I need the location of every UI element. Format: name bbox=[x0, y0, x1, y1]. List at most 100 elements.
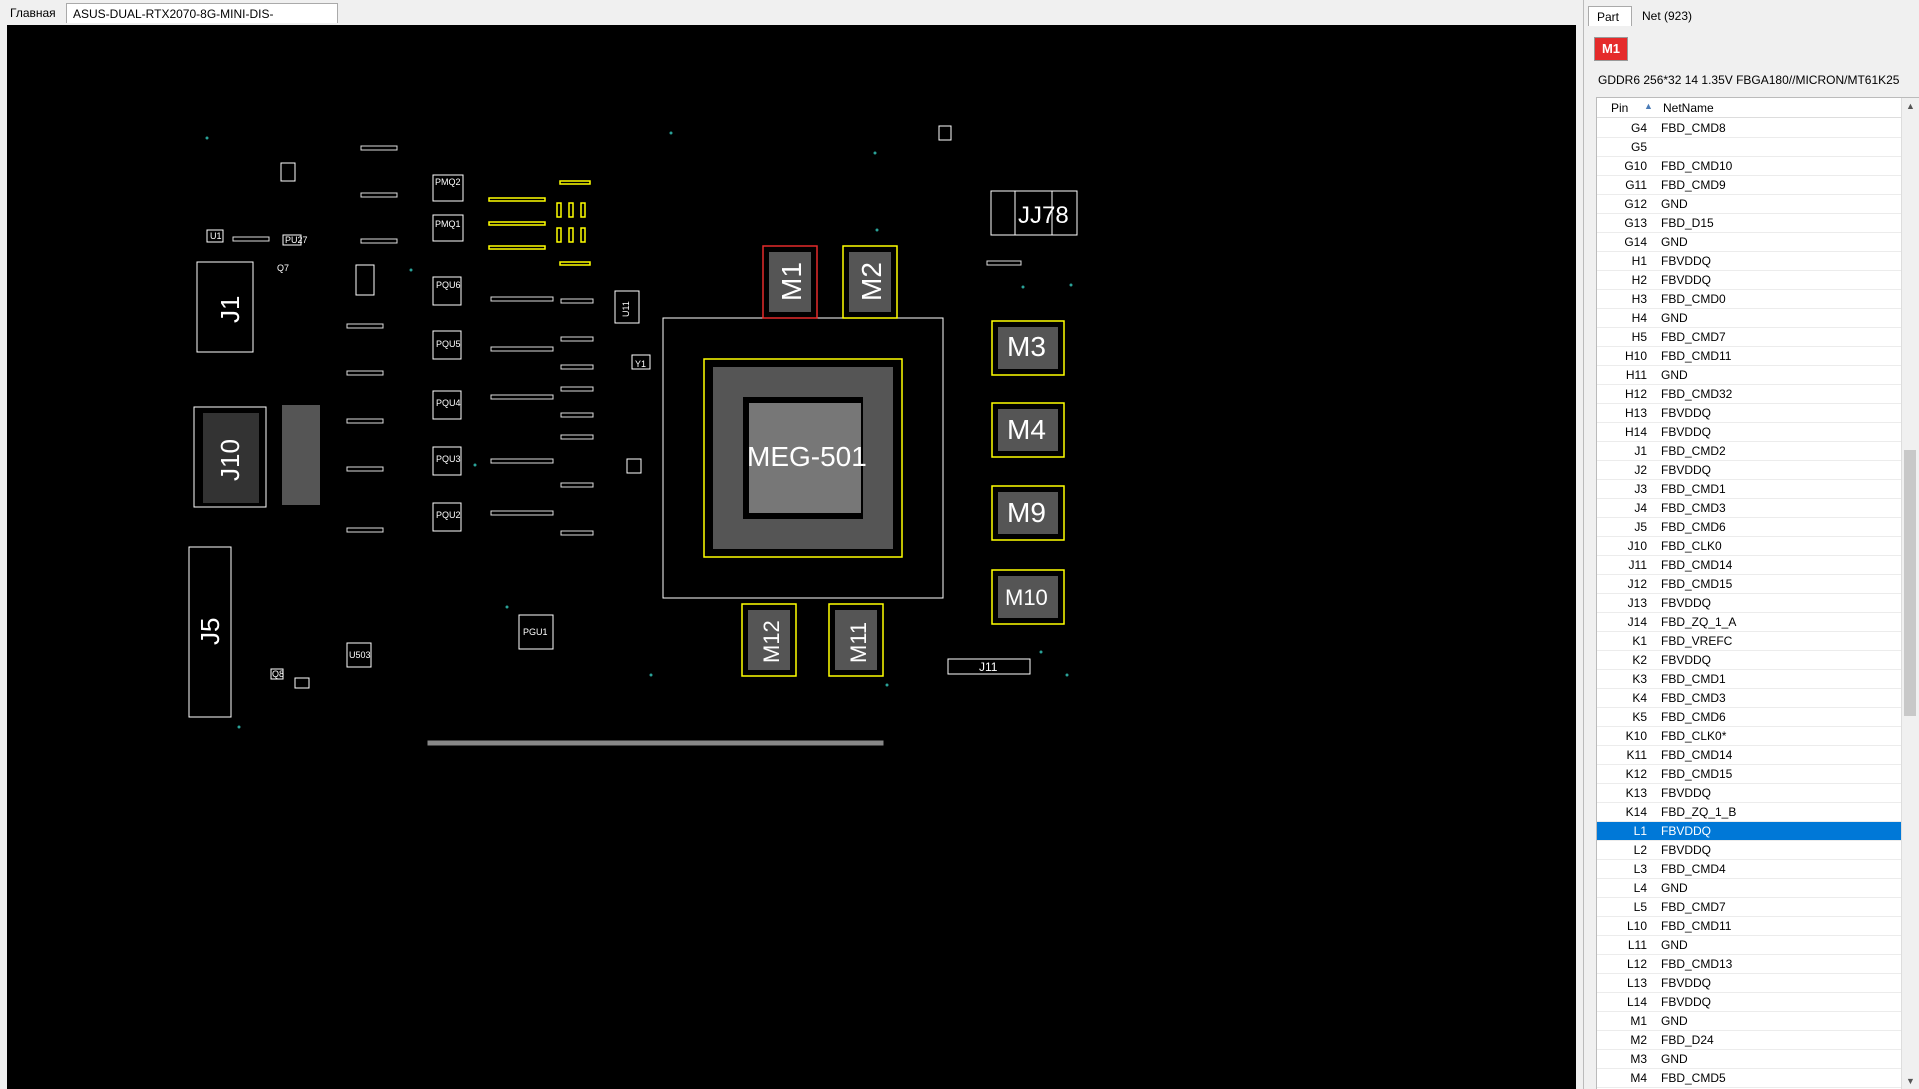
netname-cell: FBD_D15 bbox=[1661, 216, 1714, 230]
table-row[interactable]: L11 GND bbox=[1597, 936, 1901, 955]
table-row[interactable]: M1 GND bbox=[1597, 1012, 1901, 1031]
table-row[interactable]: L12 FBD_CMD13 bbox=[1597, 955, 1901, 974]
netname-cell: FBD_CMD1 bbox=[1661, 672, 1726, 686]
table-row[interactable]: L5 FBD_CMD7 bbox=[1597, 898, 1901, 917]
pin-cell: H11 bbox=[1625, 368, 1647, 382]
table-row[interactable]: H1 FBVDDQ bbox=[1597, 252, 1901, 271]
table-row[interactable]: G13 FBD_D15 bbox=[1597, 214, 1901, 233]
tab-boardview[interactable]: ASUS-DUAL-RTX2070-8G-MINI-DIS-BoardView bbox=[66, 3, 338, 41]
pin-cell: L12 bbox=[1626, 957, 1647, 971]
table-row[interactable]: K3 FBD_CMD1 bbox=[1597, 670, 1901, 689]
pin-cell: H2 bbox=[1631, 273, 1647, 287]
table-row[interactable]: L4 GND bbox=[1597, 879, 1901, 898]
pin-cell: G5 bbox=[1630, 140, 1647, 154]
table-row[interactable]: K5 FBD_CMD6 bbox=[1597, 708, 1901, 727]
column-header-pin[interactable]: Pin bbox=[1611, 101, 1628, 115]
label-pmq2: PMQ2 bbox=[435, 177, 461, 187]
table-row[interactable]: L14 FBVDDQ bbox=[1597, 993, 1901, 1012]
netname-cell: GND bbox=[1661, 368, 1688, 382]
table-body: G4 FBD_CMD8 G5 G10 FBD_CMD10 G11 FBD_CMD9 G12 GN… bbox=[1597, 119, 1901, 1088]
table-row[interactable]: K14 FBD_ZQ_1_B bbox=[1597, 803, 1901, 822]
pin-cell: J11 bbox=[1628, 558, 1647, 572]
tab-home[interactable]: Главная bbox=[4, 3, 66, 23]
pcb-view[interactable]: J1 J10 J5 M1 M2 M3 M4 M9 M10 M12 M11 MEG… bbox=[7, 25, 1576, 1089]
pin-cell: H12 bbox=[1624, 387, 1647, 401]
column-header-netname[interactable]: NetName bbox=[1663, 101, 1714, 115]
table-row[interactable]: J1 FBD_CMD2 bbox=[1597, 442, 1901, 461]
table-row[interactable]: J11 FBD_CMD14 bbox=[1597, 556, 1901, 575]
table-row[interactable]: J3 FBD_CMD1 bbox=[1597, 480, 1901, 499]
table-row[interactable]: J2 FBVDDQ bbox=[1597, 461, 1901, 480]
table-row[interactable]: K11 FBD_CMD14 bbox=[1597, 746, 1901, 765]
label-m4: M4 bbox=[1007, 414, 1046, 445]
pin-cell: L14 bbox=[1626, 995, 1647, 1009]
pin-cell: M1 bbox=[1630, 1014, 1647, 1028]
table-row[interactable]: H14 FBVDDQ bbox=[1597, 423, 1901, 442]
table-row[interactable]: G4 FBD_CMD8 bbox=[1597, 119, 1901, 138]
table-row[interactable]: L10 FBD_CMD11 bbox=[1597, 917, 1901, 936]
pin-cell: K4 bbox=[1632, 691, 1647, 705]
table-row[interactable]: K2 FBVDDQ bbox=[1597, 651, 1901, 670]
netname-cell: FBVDDQ bbox=[1661, 653, 1712, 667]
table-row[interactable]: G14 GND bbox=[1597, 233, 1901, 252]
label-j11: J11 bbox=[979, 660, 998, 674]
table-row[interactable]: J13 FBVDDQ bbox=[1597, 594, 1901, 613]
pin-cell: K2 bbox=[1632, 653, 1647, 667]
table-row[interactable]: K12 FBD_CMD15 bbox=[1597, 765, 1901, 784]
pin-cell: M3 bbox=[1630, 1052, 1647, 1066]
table-row[interactable]: G11 FBD_CMD9 bbox=[1597, 176, 1901, 195]
tab-part[interactable]: Part bbox=[1588, 6, 1632, 26]
table-row[interactable]: H3 FBD_CMD0 bbox=[1597, 290, 1901, 309]
netname-cell: FBD_CMD8 bbox=[1661, 121, 1726, 135]
table-row[interactable]: G5 bbox=[1597, 138, 1901, 157]
netname-cell: FBD_CMD32 bbox=[1661, 387, 1733, 401]
table-row[interactable]: G12 GND bbox=[1597, 195, 1901, 214]
table-row[interactable]: J14 FBD_ZQ_1_A bbox=[1597, 613, 1901, 632]
netname-cell: FBD_ZQ_1_B bbox=[1661, 805, 1737, 819]
table-row[interactable]: K13 FBVDDQ bbox=[1597, 784, 1901, 803]
pin-cell: J1 bbox=[1634, 444, 1647, 458]
table-row[interactable]: M4 FBD_CMD5 bbox=[1597, 1069, 1901, 1088]
board-canvas[interactable]: J1 J10 J5 M1 M2 M3 M4 M9 M10 M12 M11 MEG… bbox=[7, 25, 1576, 1089]
scroll-down-icon[interactable]: ▼ bbox=[1902, 1073, 1919, 1089]
tab-net[interactable]: Net (923) bbox=[1634, 6, 1716, 26]
table-row[interactable]: M3 GND bbox=[1597, 1050, 1901, 1069]
pin-cell: L2 bbox=[1633, 843, 1647, 857]
label-q8: Q8 bbox=[272, 669, 284, 679]
table-row[interactable]: H13 FBVDDQ bbox=[1597, 404, 1901, 423]
netname-cell: FBVDDQ bbox=[1661, 254, 1712, 268]
label-pqu3: PQU3 bbox=[436, 454, 461, 464]
pin-net-table[interactable]: Pin ▲ NetName G4 FBD_CMD8 G5 G10 FBD_CMD10 G1… bbox=[1596, 97, 1919, 1089]
table-row[interactable]: J10 FBD_CLK0 bbox=[1597, 537, 1901, 556]
table-row[interactable]: L13 FBVDDQ bbox=[1597, 974, 1901, 993]
table-row[interactable]: G10 FBD_CMD10 bbox=[1597, 157, 1901, 176]
table-row[interactable]: J5 FBD_CMD6 bbox=[1597, 518, 1901, 537]
table-row[interactable]: J4 FBD_CMD3 bbox=[1597, 499, 1901, 518]
table-row[interactable]: K1 FBD_VREFC bbox=[1597, 632, 1901, 651]
table-row[interactable]: K10 FBD_CLK0* bbox=[1597, 727, 1901, 746]
pin-cell: K1 bbox=[1632, 634, 1647, 648]
table-row[interactable]: H2 FBVDDQ bbox=[1597, 271, 1901, 290]
pin-cell: H4 bbox=[1631, 311, 1647, 325]
table-row[interactable]: H4 GND bbox=[1597, 309, 1901, 328]
table-row[interactable]: M2 FBD_D24 bbox=[1597, 1031, 1901, 1050]
table-row[interactable]: J12 FBD_CMD15 bbox=[1597, 575, 1901, 594]
table-row[interactable]: H5 FBD_CMD7 bbox=[1597, 328, 1901, 347]
table-row[interactable]: H11 GND bbox=[1597, 366, 1901, 385]
label-u503: U503 bbox=[349, 650, 371, 660]
table-row[interactable]: H10 FBD_CMD11 bbox=[1597, 347, 1901, 366]
netname-cell: FBD_CMD7 bbox=[1661, 900, 1726, 914]
netname-cell: FBD_CMD11 bbox=[1661, 919, 1732, 933]
table-row[interactable]: H12 FBD_CMD32 bbox=[1597, 385, 1901, 404]
scroll-up-icon[interactable]: ▲ bbox=[1902, 98, 1919, 115]
table-row[interactable]: L2 FBVDDQ bbox=[1597, 841, 1901, 860]
netname-cell: FBD_CMD4 bbox=[1661, 862, 1726, 876]
pin-cell: J13 bbox=[1627, 596, 1647, 610]
table-row[interactable]: K4 FBD_CMD3 bbox=[1597, 689, 1901, 708]
label-j5: J5 bbox=[195, 618, 225, 645]
pin-cell: J14 bbox=[1627, 615, 1647, 629]
vertical-scrollbar[interactable]: ▲ ▼ bbox=[1901, 98, 1919, 1089]
table-row[interactable]: L3 FBD_CMD4 bbox=[1597, 860, 1901, 879]
table-row[interactable]: L1 FBVDDQ bbox=[1597, 822, 1901, 841]
scroll-thumb[interactable] bbox=[1904, 450, 1916, 716]
